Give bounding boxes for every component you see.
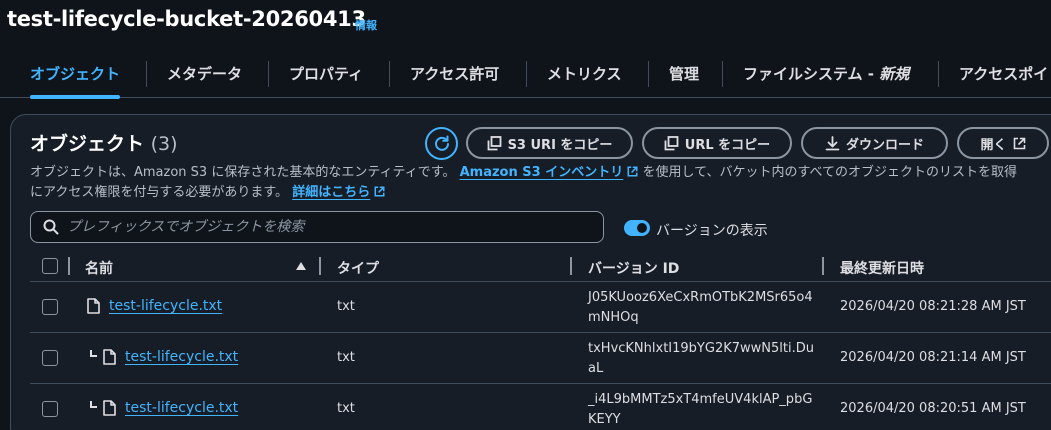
download-icon [825,135,840,150]
description-line-1: オブジェクトは、Amazon S3 に保存された基本的なエンティティです。 Am… [30,163,1051,183]
tab-divider [526,61,527,87]
column-header-type[interactable]: タイプ [337,258,379,278]
object-type: txt [337,350,355,365]
external-link-icon [627,166,638,177]
column-divider[interactable] [570,257,572,275]
column-header-last-modified[interactable]: 最終更新日時 [840,258,924,278]
copy-icon [664,135,679,150]
column-divider [68,257,70,275]
object-type: txt [337,401,355,416]
panel-title-text: オブジェクト [30,133,145,155]
description-text: にアクセス権限を付与する必要があります。 [30,185,289,200]
object-name-link[interactable]: test-lifecycle.txt [125,400,238,416]
tab-metadata[interactable]: メタデータ [167,52,242,96]
tab-divider [268,61,269,87]
description-text: オブジェクトは、Amazon S3 に保存された基本的なエンティティです。 [30,165,456,180]
object-name-link[interactable]: test-lifecycle.txt [125,349,238,365]
info-link[interactable]: 情報 [355,17,377,33]
tab-divider [648,61,649,87]
tab-divider [938,61,939,87]
description-text: を使用して、バケット内のすべてのオブジェクトのリストを取得 [642,165,1018,180]
copy-url-button[interactable]: URL をコピー [642,127,792,159]
new-badge: 新規 [879,65,910,83]
last-modified: 2026/04/20 08:20:51 AM JST [840,401,1026,416]
column-divider[interactable] [319,257,321,275]
last-modified: 2026/04/20 08:21:14 AM JST [840,350,1026,365]
last-modified: 2026/04/20 08:21:28 AM JST [840,299,1026,314]
external-link-icon [374,186,385,197]
tab-objects[interactable]: オブジェクト [30,52,121,99]
download-button[interactable]: ダウンロード [801,127,948,159]
row-divider [30,332,1051,333]
copy-url-label: URL をコピー [684,137,771,153]
description-line-2: にアクセス権限を付与する必要があります。 詳細はこちら [30,183,1051,203]
object-search [30,211,604,243]
tab-divider [722,61,723,87]
copy-s3-uri-label: S3 URI をコピー [507,137,613,153]
learn-more-link[interactable]: 詳細はこちら [292,185,370,200]
object-count: (3) [150,133,178,155]
object-type: txt [337,299,355,314]
row-divider [30,281,1051,282]
show-versions-label: バージョンの表示 [656,223,768,239]
download-label: ダウンロード [845,137,924,153]
tab-divider [389,61,390,87]
version-id: _i4L9bMMTz5xT4mfeUV4klAP_pbGKEYY [588,392,813,427]
tab-access-points[interactable]: アクセスポイ [959,52,1048,96]
row-checkbox[interactable] [42,299,58,315]
tab-properties[interactable]: プロパティ [289,52,363,96]
row-divider [30,383,1051,384]
tab-metrics[interactable]: メトリクス [547,52,622,96]
column-header-version-id[interactable]: バージョン ID [588,258,679,278]
select-all-checkbox[interactable] [42,258,58,274]
file-icon [87,298,100,314]
version-tree-connector [90,350,97,357]
tab-file-system[interactable]: ファイルシステム - 新規 [743,52,909,96]
tab-permissions[interactable]: アクセス許可 [410,52,499,96]
open-button[interactable]: 開く [957,127,1049,159]
tab-file-system-label: ファイルシステム - [743,65,880,83]
version-id: txHvcKNhlxtI19bYG2K7wwN5lti.DuaL [588,341,814,376]
external-link-icon [1013,137,1025,149]
tab-divider [146,61,147,87]
column-divider[interactable] [822,257,824,275]
refresh-icon [434,135,449,151]
object-name-link[interactable]: test-lifecycle.txt [109,298,222,314]
show-versions-toggle[interactable] [624,220,650,236]
sort-ascending-icon[interactable] [296,262,306,270]
column-header-name[interactable]: 名前 [85,258,113,278]
search-icon [43,219,59,235]
panel-description: オブジェクトは、Amazon S3 に保存された基本的なエンティティです。 Am… [30,163,1051,203]
inventory-link[interactable]: Amazon S3 インベントリ [460,165,624,180]
copy-icon [487,135,501,150]
file-icon [103,349,116,365]
panel-title: オブジェクト (3) [30,129,178,156]
bucket-title: test-lifecycle-bucket-20260413 [7,7,366,31]
tab-management[interactable]: 管理 [669,52,699,96]
version-tree-connector [90,401,97,408]
row-checkbox[interactable] [42,401,58,417]
tab-bar: オブジェクト メタデータ プロパティ アクセス許可 メトリクス 管理 ファイルシ… [0,52,1051,99]
search-input[interactable] [67,219,603,235]
copy-s3-uri-button[interactable]: S3 URI をコピー [466,127,633,159]
file-icon [103,400,116,416]
open-label: 開く [980,137,1007,153]
refresh-button[interactable] [425,127,458,160]
row-checkbox[interactable] [42,350,58,366]
version-id: J05KUooz6XeCxRmOTbK2MSr65o4mNHOq [588,290,813,325]
